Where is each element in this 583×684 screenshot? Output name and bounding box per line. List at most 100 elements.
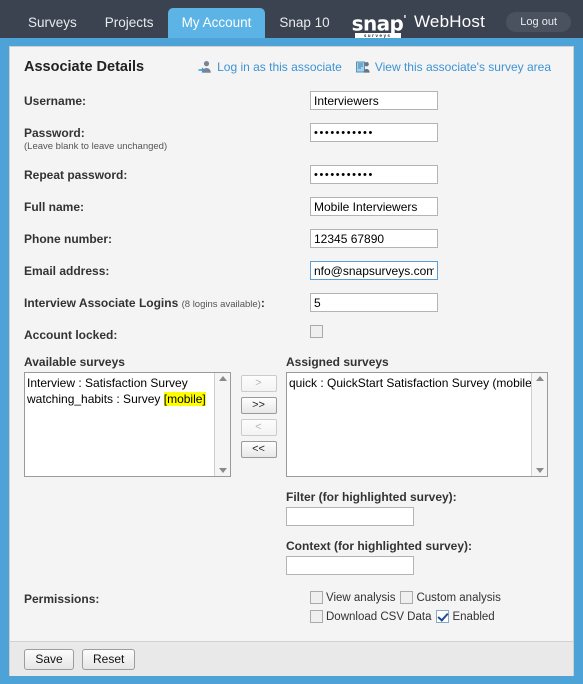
context-field: Context (for highlighted survey): (286, 539, 548, 575)
account-locked-label: Account locked: (24, 328, 118, 342)
assigned-surveys-scrollbar[interactable] (531, 373, 547, 476)
available-surveys-column: Available surveys Interview : Satisfacti… (24, 355, 231, 477)
list-item-text: watching_habits : Survey (27, 392, 164, 406)
reset-button[interactable]: Reset (82, 648, 136, 670)
full-name-input[interactable] (310, 197, 438, 216)
top-navigation-bar: Surveys Projects My Account Snap 10 snap… (0, 0, 583, 38)
permissions-row: Permissions: View analysis Custom analysi… (24, 589, 559, 627)
filter-label: Filter (for highlighted survey): (286, 490, 457, 504)
scroll-down-arrow-icon[interactable] (218, 468, 227, 473)
interview-logins-colon: : (260, 296, 265, 310)
password-input[interactable] (310, 123, 438, 142)
available-surveys-scrollbar[interactable] (214, 373, 230, 476)
nav-tabs: Surveys Projects My Account Snap 10 (14, 0, 344, 38)
view-survey-area-label: View this associate's survey area (374, 60, 551, 74)
context-input[interactable] (286, 556, 414, 575)
permission-view-analysis: View analysis (310, 591, 396, 605)
list-item[interactable]: Interview : Satisfaction Survey (27, 375, 230, 391)
product-name: WebHost (413, 12, 485, 32)
tab-snap-10[interactable]: Snap 10 (265, 8, 343, 38)
logo-tick-icon: ' (403, 13, 406, 27)
email-address-label: Email address: (24, 264, 110, 278)
field-row-phone: Phone number: (24, 229, 559, 248)
permission-custom-analysis: Custom analysis (400, 591, 501, 605)
assigned-surveys-listbox[interactable]: quick : QuickStart Satisfaction Survey (… (286, 372, 548, 477)
download-csv-label: Download CSV Data (326, 611, 432, 623)
repeat-password-input[interactable] (310, 165, 438, 184)
list-item-text: Interview : Satisfaction Survey (27, 376, 188, 390)
survey-transfer-area: Available surveys Interview : Satisfacti… (24, 355, 559, 575)
list-item-highlight: [mobile] (163, 392, 206, 406)
download-csv-checkbox[interactable] (310, 610, 323, 624)
available-surveys-items: Interview : Satisfaction Survey watching… (25, 373, 230, 407)
scroll-up-arrow-icon[interactable] (218, 376, 227, 381)
save-button[interactable]: Save (24, 648, 74, 670)
view-analysis-checkbox[interactable] (310, 591, 323, 605)
survey-area-icon (355, 60, 370, 74)
enabled-checkbox[interactable] (436, 610, 450, 624)
page-title: Associate Details (24, 59, 145, 75)
interview-logins-label-text: Interview Associate Logins (24, 296, 179, 310)
password-label: Password: (Leave blank to leave unchange… (24, 123, 310, 152)
permissions-label: Permissions: (24, 592, 100, 606)
interview-logins-input[interactable] (310, 293, 438, 312)
field-row-username: Username: (24, 91, 559, 110)
transfer-buttons: > >> < << (231, 355, 286, 458)
email-address-input[interactable] (310, 261, 438, 280)
full-name-label: Full name: (24, 200, 85, 214)
custom-analysis-checkbox[interactable] (400, 591, 414, 605)
field-row-full-name: Full name: (24, 197, 559, 216)
list-item[interactable]: quick : QuickStart Satisfaction Survey (… (289, 375, 547, 391)
interview-logins-label: Interview Associate Logins (8 logins ava… (24, 293, 310, 310)
brand-area: snap' surveys WebHost (352, 11, 485, 38)
assigned-surveys-label: Assigned surveys (286, 355, 389, 369)
filter-input[interactable] (286, 507, 414, 526)
view-analysis-label: View analysis (326, 592, 396, 604)
snap-surveys-logo: snap' surveys (352, 11, 407, 38)
available-surveys-label: Available surveys (24, 355, 125, 369)
scroll-down-arrow-icon[interactable] (535, 468, 544, 473)
field-row-email: Email address: (24, 261, 559, 280)
account-locked-checkbox[interactable] (310, 325, 323, 338)
form-footer: Save Reset (10, 641, 573, 676)
tab-my-account[interactable]: My Account (167, 8, 266, 38)
log-in-as-associate-label: Log in as this associate (217, 60, 342, 74)
field-row-logins: Interview Associate Logins (8 logins ava… (24, 293, 559, 312)
username-input[interactable] (310, 91, 438, 110)
move-all-left-button[interactable]: << (240, 441, 277, 458)
assigned-surveys-column: Assigned surveys quick : QuickStart Sati… (286, 355, 548, 575)
permission-enabled: Enabled (436, 610, 495, 624)
phone-number-label: Phone number: (24, 232, 113, 246)
associate-details-panel: Associate Details Log in as this associa… (9, 46, 574, 676)
tab-surveys[interactable]: Surveys (14, 8, 91, 38)
phone-number-input[interactable] (310, 229, 438, 248)
logout-button[interactable]: Log out (506, 12, 571, 32)
enabled-label: Enabled (452, 611, 495, 623)
permission-download-csv: Download CSV Data (310, 610, 432, 624)
login-user-icon (198, 60, 212, 74)
header-links: Log in as this associate View this assoc… (198, 60, 551, 74)
scroll-up-arrow-icon[interactable] (535, 376, 544, 381)
custom-analysis-label: Custom analysis (416, 592, 501, 604)
panel-header: Associate Details Log in as this associa… (24, 59, 559, 75)
logo-subtext: surveys (354, 33, 401, 38)
field-row-password: Password: (Leave blank to leave unchange… (24, 123, 559, 152)
field-row-repeat-password: Repeat password: (24, 165, 559, 184)
log-in-as-associate-link[interactable]: Log in as this associate (198, 60, 342, 74)
username-label: Username: (24, 94, 87, 108)
assigned-surveys-items: quick : QuickStart Satisfaction Survey (… (287, 373, 547, 391)
list-item-text: quick : QuickStart Satisfaction Survey (… (289, 376, 536, 390)
page-body: Associate Details Log in as this associa… (0, 38, 583, 676)
context-label: Context (for highlighted survey): (286, 539, 472, 553)
permissions-options: View analysis Custom analysis Download CSV… (310, 589, 559, 627)
filter-field: Filter (for highlighted survey): (286, 490, 548, 526)
move-right-button[interactable]: > (240, 375, 277, 392)
field-row-account-locked: Account locked: (24, 325, 559, 342)
move-left-button[interactable]: < (240, 419, 277, 436)
repeat-password-label: Repeat password: (24, 168, 128, 182)
available-surveys-listbox[interactable]: Interview : Satisfaction Survey watching… (24, 372, 231, 477)
tab-projects[interactable]: Projects (91, 8, 168, 38)
list-item[interactable]: watching_habits : Survey [mobile] (27, 391, 230, 407)
view-survey-area-link[interactable]: View this associate's survey area (355, 60, 551, 74)
move-all-right-button[interactable]: >> (240, 397, 277, 414)
